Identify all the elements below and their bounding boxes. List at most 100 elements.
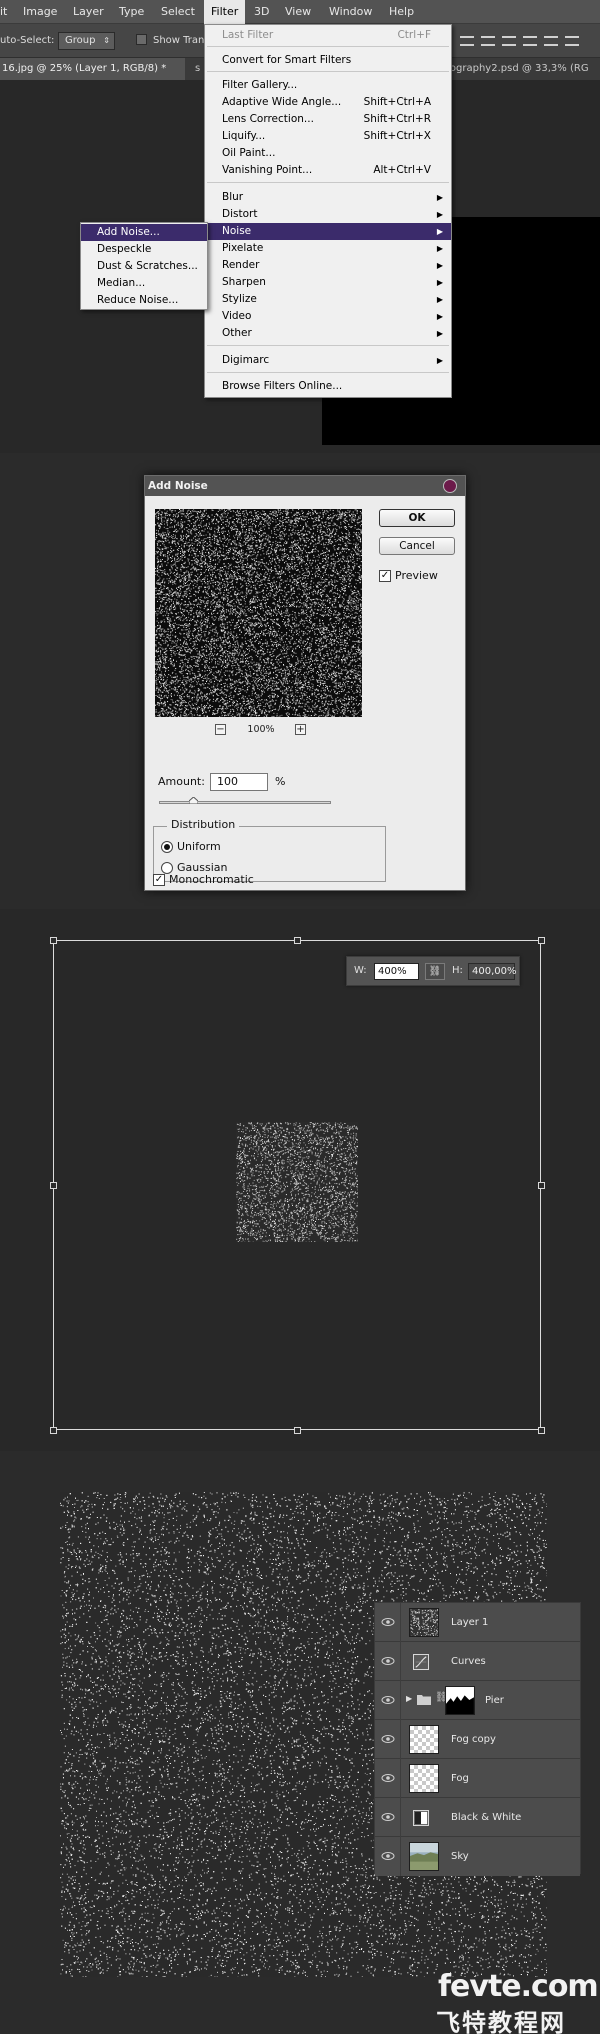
eye-icon[interactable]	[381, 1732, 395, 1746]
menu-item-add-noise[interactable]: Add Noise...	[81, 224, 207, 241]
submenu-arrow-icon: ▶	[437, 223, 443, 240]
menu-item-stylize[interactable]: Stylize ▶	[205, 291, 451, 308]
link-icon[interactable]: ⛓	[425, 963, 445, 980]
transform-handle-bottom-left[interactable]	[50, 1427, 57, 1434]
transform-handle-left[interactable]	[50, 1182, 57, 1189]
align-center-icon[interactable]	[544, 36, 558, 46]
menu-image[interactable]: Image	[23, 0, 57, 24]
menu-item-reduce-noise[interactable]: Reduce Noise...	[81, 292, 207, 309]
result-screenshot: Layer 1 Curves ▶ ⛓ Pier Fog copy Fog Bla…	[0, 1451, 600, 2034]
transform-handle-bottom[interactable]	[294, 1427, 301, 1434]
menu-item-other[interactable]: Other ▶	[205, 325, 451, 342]
menu-item-adaptive-wide-angle[interactable]: Adaptive Wide Angle... Shift+Ctrl+A	[205, 94, 451, 111]
menu-item-lens-correction[interactable]: Lens Correction... Shift+Ctrl+R	[205, 111, 451, 128]
zoom-in-button[interactable]: +	[295, 724, 306, 735]
layer-row[interactable]: Fog copy	[375, 1720, 580, 1759]
layer-row[interactable]: Layer 1	[375, 1603, 580, 1642]
align-middle-icon[interactable]	[481, 36, 495, 46]
menu-type[interactable]: Type	[119, 0, 144, 24]
amount-slider-thumb[interactable]	[189, 797, 199, 804]
align-top-icon[interactable]	[460, 36, 474, 46]
submenu-arrow-icon: ▶	[437, 257, 443, 274]
uniform-label: Uniform	[177, 840, 221, 853]
eye-icon[interactable]	[381, 1810, 395, 1824]
menu-item-noise[interactable]: Noise ▶	[205, 223, 451, 240]
transform-handle-right[interactable]	[538, 1182, 545, 1189]
expand-arrow-icon[interactable]: ▶	[406, 1694, 412, 1703]
amount-input[interactable]: 100	[210, 773, 268, 791]
layer-row[interactable]: Curves	[375, 1642, 580, 1681]
menu-item-distort[interactable]: Distort ▶	[205, 206, 451, 223]
menu-item-blur[interactable]: Blur ▶	[205, 189, 451, 206]
doc-tab-active[interactable]: 16.jpg @ 25% (Layer 1, RGB/8) *	[0, 58, 185, 80]
menu-3d[interactable]: 3D	[254, 0, 269, 24]
menu-window[interactable]: Window	[329, 0, 372, 24]
uniform-radio[interactable]	[161, 841, 173, 853]
eye-icon[interactable]	[381, 1849, 395, 1863]
menu-item-vanishing-point[interactable]: Vanishing Point... Alt+Ctrl+V	[205, 162, 451, 179]
menu-item-median[interactable]: Median...	[81, 275, 207, 292]
preview-label: Preview	[395, 569, 438, 582]
transform-handle-bottom-right[interactable]	[538, 1427, 545, 1434]
submenu-arrow-icon: ▶	[437, 189, 443, 206]
crosshair-icon[interactable]: ⌖	[293, 1177, 300, 1189]
transform-handle-top-left[interactable]	[50, 937, 57, 944]
menu-item-oil-paint[interactable]: Oil Paint...	[205, 145, 451, 162]
noise-preview[interactable]	[155, 509, 362, 717]
menu-item-video[interactable]: Video ▶	[205, 308, 451, 325]
black-white-adjustment-icon	[413, 1810, 429, 1826]
show-transform-checkbox[interactable]	[136, 34, 147, 45]
zoom-out-button[interactable]: −	[215, 724, 226, 735]
layer-row[interactable]: Fog	[375, 1759, 580, 1798]
watermark-line2: 飞特教程网	[436, 2003, 566, 2034]
menu-item-convert-smart-filters[interactable]: Convert for Smart Filters	[205, 52, 451, 69]
menu-item-render[interactable]: Render ▶	[205, 257, 451, 274]
preview-checkbox[interactable]: ✓	[379, 570, 391, 582]
monochromatic-checkbox[interactable]: ✓	[153, 874, 165, 886]
layer-row[interactable]: Sky	[375, 1837, 580, 1876]
checkmark-icon: ✓	[381, 570, 389, 581]
show-transform-label: Show Tran	[153, 35, 204, 46]
transform-handle-top-right[interactable]	[538, 937, 545, 944]
menu-layer[interactable]: Layer	[73, 0, 104, 24]
auto-select-dropdown[interactable]: Group ⇕	[58, 32, 115, 50]
height-field[interactable]: 400,00%	[468, 963, 517, 980]
distribution-title: Distribution	[167, 818, 240, 831]
eye-icon[interactable]	[381, 1693, 395, 1707]
add-noise-dialog-screenshot: Add Noise − 100% + OK Cancel ✓ Preview A…	[0, 453, 600, 909]
eye-icon[interactable]	[381, 1654, 395, 1668]
menu-select[interactable]: Select	[161, 0, 195, 24]
row-divider	[400, 1837, 401, 1876]
menu-divider	[207, 46, 449, 47]
menu-filter[interactable]: Filter	[204, 0, 246, 24]
dropdown-arrows-icon: ⇕	[103, 33, 110, 49]
menu-item-sharpen[interactable]: Sharpen ▶	[205, 274, 451, 291]
menu-view[interactable]: View	[285, 0, 311, 24]
cancel-button[interactable]: Cancel	[379, 537, 455, 555]
zoom-level: 100%	[241, 723, 281, 737]
eye-icon[interactable]	[381, 1615, 395, 1629]
menu-item-liquify[interactable]: Liquify... Shift+Ctrl+X	[205, 128, 451, 145]
align-left-icon[interactable]	[523, 36, 537, 46]
row-divider	[400, 1759, 401, 1798]
menu-help[interactable]: Help	[389, 0, 414, 24]
menu-item-despeckle[interactable]: Despeckle	[81, 241, 207, 258]
ok-button[interactable]: OK	[379, 509, 455, 527]
layer-row[interactable]: ▶ ⛓ Pier	[375, 1681, 580, 1720]
menu-item-dust-scratches[interactable]: Dust & Scratches...	[81, 258, 207, 275]
align-right-icon[interactable]	[565, 36, 579, 46]
doc-tab-3[interactable]: tography2.psd @ 33,3% (RG	[444, 58, 600, 80]
menu-item-filter-gallery[interactable]: Filter Gallery...	[205, 77, 451, 94]
close-icon[interactable]	[443, 479, 457, 493]
menu-item-browse-filters-online[interactable]: Browse Filters Online...	[205, 378, 451, 395]
menu-edit[interactable]: it	[0, 0, 7, 24]
layer-mask-thumbnail[interactable]	[445, 1686, 475, 1715]
amount-slider[interactable]	[159, 801, 331, 804]
width-field[interactable]: 400%	[374, 963, 419, 980]
transform-handle-top[interactable]	[294, 937, 301, 944]
menu-item-digimarc[interactable]: Digimarc ▶	[205, 352, 451, 369]
align-bottom-icon[interactable]	[502, 36, 516, 46]
layer-row[interactable]: Black & White	[375, 1798, 580, 1837]
menu-item-pixelate[interactable]: Pixelate ▶	[205, 240, 451, 257]
eye-icon[interactable]	[381, 1771, 395, 1785]
